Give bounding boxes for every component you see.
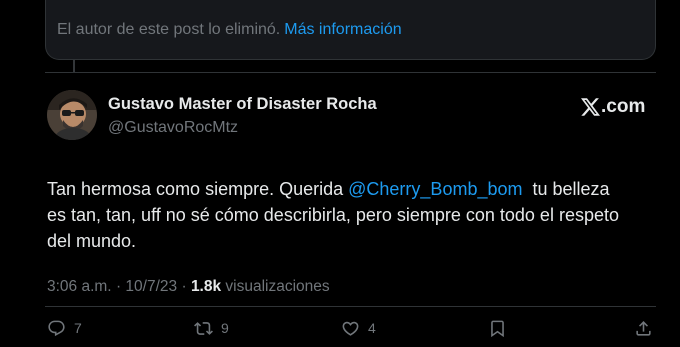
reply-count: 7 bbox=[74, 320, 82, 336]
mention-link[interactable]: @Cherry_Bomb_bom bbox=[348, 179, 522, 199]
post-meta: 3:06 a.m. · 10/7/23 · 1.8k visualizacion… bbox=[47, 278, 330, 296]
post-text-line: es tan, tan, uff no sé cómo describirla,… bbox=[47, 205, 619, 225]
source-domain: .com bbox=[601, 96, 646, 117]
views-count: 1.8k bbox=[190, 278, 222, 295]
post-text-segment: tu belleza bbox=[522, 179, 610, 199]
deleted-post-message: El autor de este post lo eliminó. bbox=[57, 21, 281, 38]
repost-icon bbox=[194, 321, 213, 335]
like-icon bbox=[342, 321, 359, 336]
divider bbox=[45, 306, 656, 307]
avatar[interactable] bbox=[47, 90, 97, 140]
bookmark-button[interactable] bbox=[488, 318, 507, 338]
repost-button[interactable]: 9 bbox=[194, 318, 229, 338]
source-label: .com bbox=[581, 94, 645, 120]
x-logo-icon bbox=[581, 98, 600, 116]
avatar-image bbox=[47, 90, 97, 140]
meta-separator: · bbox=[115, 278, 122, 295]
post-time[interactable]: 3:06 a.m. bbox=[47, 278, 112, 295]
deleted-post-text: El autor de este post lo eliminó. Más inf… bbox=[57, 21, 402, 39]
share-icon bbox=[636, 320, 651, 336]
repost-count: 9 bbox=[221, 320, 229, 336]
more-info-link[interactable]: Más información bbox=[284, 21, 401, 38]
deleted-post-notice: El autor de este post lo eliminó. Más inf… bbox=[45, 0, 656, 60]
author-name[interactable]: Gustavo Master of Disaster Rocha bbox=[108, 95, 377, 114]
share-button[interactable] bbox=[634, 318, 653, 338]
post-text-segment: Tan hermosa como siempre. Querida bbox=[47, 179, 349, 199]
post-text-line: Tan hermosa como siempre. Querida @Cherr… bbox=[47, 176, 647, 202]
like-button[interactable]: 4 bbox=[341, 318, 376, 338]
post-text: Tan hermosa como siempre. Querida @Cherr… bbox=[47, 176, 647, 254]
thread-connector bbox=[73, 60, 75, 72]
post-text-line: del mundo. bbox=[47, 231, 137, 251]
post-date[interactable]: 10/7/23 bbox=[125, 278, 177, 295]
views-label: visualizaciones bbox=[225, 278, 330, 295]
like-count: 4 bbox=[368, 320, 376, 336]
divider bbox=[45, 72, 656, 73]
reply-button[interactable]: 7 bbox=[47, 318, 82, 338]
author-handle[interactable]: @GustavoRocMtz bbox=[108, 119, 238, 137]
meta-separator: · bbox=[181, 278, 187, 295]
reply-icon bbox=[48, 320, 65, 336]
bookmark-icon bbox=[491, 320, 504, 337]
